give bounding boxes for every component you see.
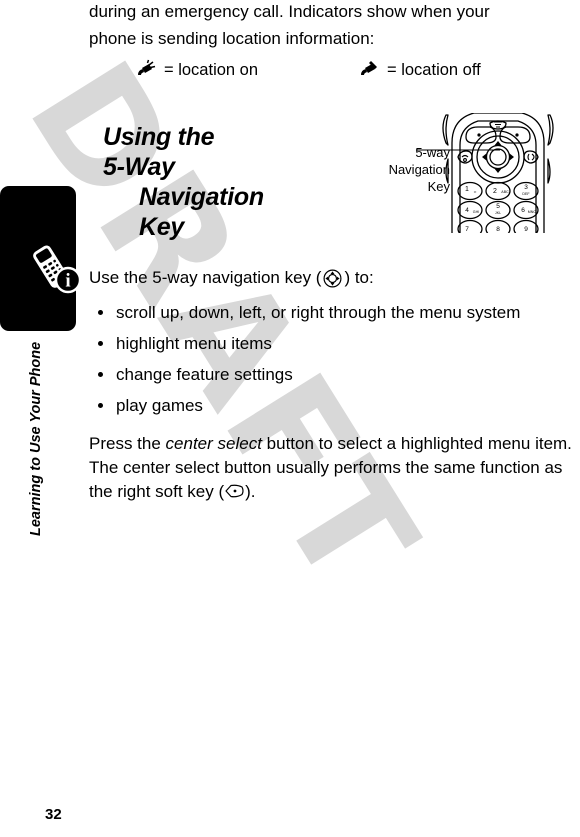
svg-text:5: 5: [496, 203, 500, 210]
closing-emphasis: center select: [165, 434, 262, 453]
lead-text-before: Use the 5-way navigation key (: [89, 268, 322, 287]
page-title-line-1: Using the: [103, 122, 215, 151]
manual-page: i Learning to Use Your Phone during an e…: [0, 0, 580, 837]
right-soft-key-icon: [224, 482, 245, 498]
intro-paragraph: during an emergency call. Indicators sho…: [89, 0, 559, 52]
intro-line-1: during an emergency call. Indicators sho…: [89, 2, 490, 21]
svg-text:GHI: GHI: [473, 210, 479, 214]
lead-text-after: ) to:: [344, 268, 374, 287]
mobile-phone-keypad-illustration: 1 ∞ 2 ABC 3 DEF 4 GHI 5 JKL 6 MNO 7 8 9: [400, 112, 580, 239]
svg-text:9: 9: [524, 226, 528, 233]
page-title-line-4: Key: [139, 212, 184, 241]
svg-text:ABC: ABC: [501, 190, 509, 194]
svg-text:3: 3: [524, 184, 528, 191]
location-indicator-legend: = location on = location off: [89, 58, 559, 82]
legend-location-on-label: = location on: [164, 61, 259, 79]
svg-text:MNO: MNO: [528, 210, 537, 214]
list-item: change feature settings: [89, 359, 580, 390]
closing-paragraph: Press the center select button to select…: [89, 432, 580, 504]
svg-text:6: 6: [521, 207, 525, 214]
navigation-key-uses-list: scroll up, down, left, or right through …: [89, 297, 580, 421]
location-off-icon: [358, 59, 380, 81]
legend-location-on: = location on: [135, 58, 358, 82]
page-title-line-3: Navigation: [139, 182, 264, 211]
list-item: highlight menu items: [89, 328, 580, 359]
svg-text:2: 2: [493, 188, 497, 195]
chapter-title-vertical: Learning to Use Your Phone: [28, 341, 44, 536]
svg-text:7: 7: [465, 226, 469, 233]
svg-text:∞: ∞: [474, 190, 477, 194]
svg-text:4: 4: [465, 207, 469, 214]
svg-text:1: 1: [465, 186, 469, 193]
location-on-icon: [135, 59, 157, 81]
navigation-key-figure: 5-way Navigation Key 1 ∞ 2 ABC 3 DEF 4 G…: [366, 112, 580, 239]
page-title-line-2: 5-Way: [103, 152, 175, 181]
legend-location-off: = location off: [358, 58, 481, 82]
page-title: Using the 5-Way Navigation Key: [103, 122, 308, 242]
svg-text:i: i: [65, 271, 70, 292]
svg-text:8: 8: [496, 226, 500, 233]
closing-segment-1: Press the: [89, 434, 166, 453]
svg-text:DEF: DEF: [522, 192, 530, 196]
intro-line-2: phone is sending location information:: [89, 29, 375, 48]
navigation-key-icon: [323, 269, 342, 288]
svg-text:JKL: JKL: [495, 211, 501, 215]
page-number: 32: [45, 806, 62, 823]
lead-paragraph: Use the 5-way navigation key ( ) to:: [89, 266, 569, 290]
legend-location-off-label: = location off: [387, 61, 481, 79]
list-item: play games: [89, 390, 580, 421]
closing-segment-3: ).: [245, 482, 256, 501]
list-item: scroll up, down, left, or right through …: [89, 297, 580, 328]
phone-info-icon: i: [26, 238, 84, 296]
